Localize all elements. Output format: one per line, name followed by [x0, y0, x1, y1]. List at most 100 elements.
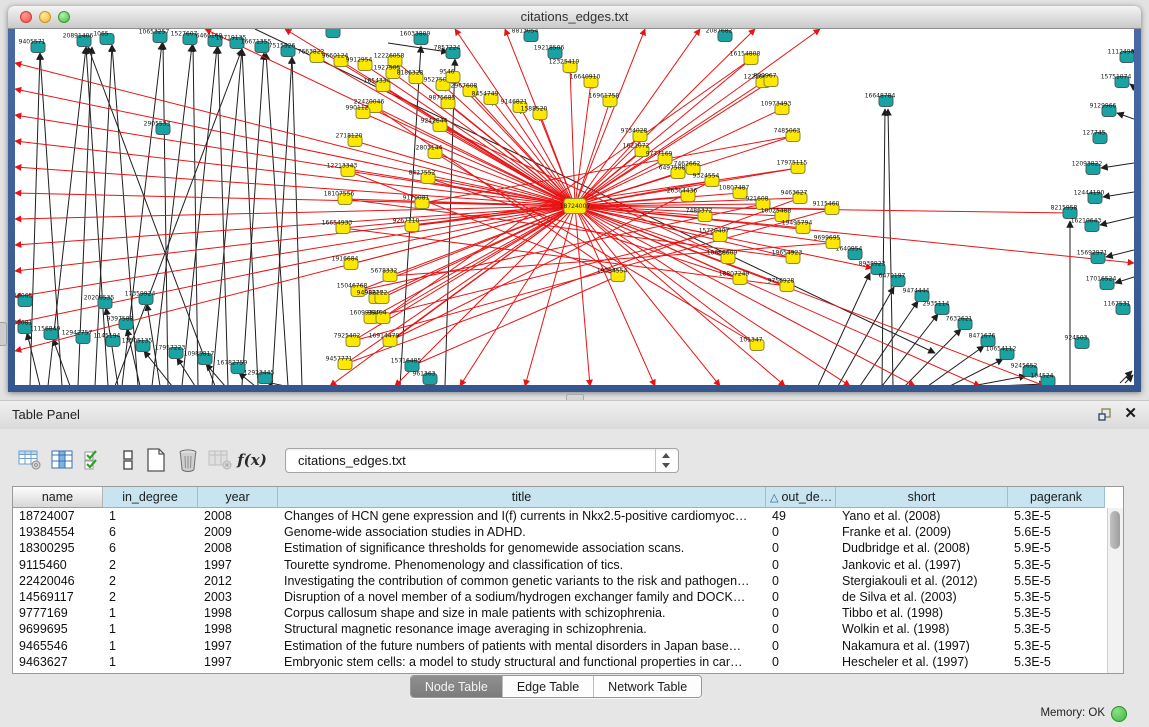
- graph-node-label: 15716485: [391, 358, 422, 365]
- column-header-out_de[interactable]: △out_de…: [766, 487, 836, 508]
- graph-edge: [818, 273, 870, 385]
- delete-column-button[interactable]: [174, 446, 202, 474]
- graph-edge: [1120, 371, 1132, 383]
- tab-node-table[interactable]: Node Table: [411, 676, 503, 697]
- graph-edge: [1100, 217, 1134, 225]
- screen-edge-handle[interactable]: [0, 322, 7, 346]
- table-row[interactable]: 911546021997Tourette syndrome. Phenomeno…: [13, 557, 1123, 573]
- row-height-button[interactable]: [114, 446, 142, 474]
- table-cell: de Silva et al. (2003): [836, 590, 1008, 604]
- sort-ascending-icon: △: [770, 491, 778, 504]
- graph-node-label: 1065: [93, 31, 108, 38]
- table-cell: Yano et al. (2008): [836, 509, 1008, 523]
- graph-node-label: 9777169: [646, 151, 673, 158]
- column-header-label: short: [908, 490, 936, 504]
- graph-node-label: 10688609: [707, 250, 738, 257]
- row-selection-button[interactable]: [80, 446, 108, 474]
- window-title: citations_edges.txt: [8, 9, 1141, 24]
- show-columns-button[interactable]: [48, 446, 76, 474]
- table-cell: Tourette syndrome. Phenomenology and cla…: [278, 558, 766, 572]
- graph-node-label: 961363: [413, 371, 436, 378]
- graph-node-label: 9267110: [393, 218, 420, 225]
- table-row[interactable]: 969969511998Structural magnetic resonanc…: [13, 621, 1123, 637]
- table-row[interactable]: 946554611997Estimation of the future num…: [13, 638, 1123, 654]
- graph-node-label: 12213343: [327, 163, 358, 170]
- memory-status-dot[interactable]: [1111, 706, 1127, 722]
- close-panel-icon[interactable]: ✕: [1124, 405, 1137, 423]
- graph-node-label: 899967: [754, 73, 777, 80]
- graph-node-label: 15046768: [337, 283, 368, 290]
- graph-edge: [242, 49, 258, 385]
- graph-node-label: 9129966: [1090, 103, 1117, 110]
- graph-node-label: 17359924: [125, 291, 156, 298]
- table-row[interactable]: 977716911998Corpus callosum shape and si…: [13, 605, 1123, 621]
- graph-node-label: 9405571: [19, 39, 46, 46]
- graph-node-label: 6479197: [879, 273, 906, 280]
- network-graph[interactable]: 9405571208914061065106532571527607646616…: [15, 29, 1134, 385]
- graph-node-label: 20891406: [63, 33, 94, 40]
- delete-table-button[interactable]: [206, 446, 234, 474]
- graph-edge: [905, 329, 961, 385]
- graph-node-label: 10654112: [986, 346, 1017, 353]
- column-header-short[interactable]: short: [836, 487, 1008, 508]
- column-header-title[interactable]: title: [278, 487, 766, 508]
- table-cell: 2003: [198, 590, 278, 604]
- graph-node-label: 15751074: [1101, 74, 1132, 81]
- create-column-button[interactable]: [142, 446, 170, 474]
- graph-node-label: 2516065: [15, 293, 33, 300]
- float-panel-icon[interactable]: [1097, 407, 1113, 423]
- table-mode-button[interactable]: [16, 446, 44, 474]
- table-cell: 18300295: [13, 541, 103, 555]
- graph-edge: [15, 89, 575, 206]
- table-cell: 1: [103, 639, 198, 653]
- graph-node-label: 12325419: [549, 59, 580, 66]
- graph-node-label: 8454749: [472, 91, 499, 98]
- function-builder-button[interactable]: f(x): [238, 446, 266, 474]
- column-header-name[interactable]: name: [13, 487, 103, 508]
- graph-node[interactable]: [326, 29, 340, 38]
- graph-node-label: 9875685: [429, 95, 456, 102]
- node-table: name in_degree yeartitle△out_de… short pager…: [12, 486, 1124, 674]
- column-header-label: in_degree: [122, 490, 178, 504]
- table-row[interactable]: 2242004622012Investigating the contribut…: [13, 573, 1123, 589]
- table-row[interactable]: 1938455462009Genome-wide association stu…: [13, 524, 1123, 540]
- window-titlebar[interactable]: citations_edges.txt: [8, 6, 1141, 29]
- graph-node-label: 2967608: [451, 83, 478, 90]
- graph-node-label: 2935114: [923, 301, 950, 308]
- graph-node-label: 19495794: [782, 220, 813, 227]
- tab-network-table[interactable]: Network Table: [594, 676, 701, 697]
- graph-node-label: 1527607: [171, 31, 198, 38]
- table-row[interactable]: 946362711997Embryonic stem cells: a mode…: [13, 654, 1123, 670]
- graph-edge: [1117, 113, 1134, 119]
- table-panel-header: Table Panel ✕: [0, 400, 1149, 430]
- column-header-pagerank[interactable]: pagerank: [1008, 487, 1105, 508]
- function-icon: f(x): [237, 451, 267, 469]
- graph-node-label: 1145194: [94, 333, 121, 340]
- graph-node-label: 16961758: [589, 93, 620, 100]
- graph-edge: [575, 206, 655, 385]
- table-row[interactable]: 1872400712008Changes of HCN gene express…: [13, 508, 1123, 524]
- vertical-scrollbar[interactable]: [1107, 508, 1123, 673]
- graph-edge: [15, 206, 575, 219]
- column-header-year[interactable]: year: [198, 487, 278, 508]
- table-select-dropdown[interactable]: citations_edges.txt: [285, 448, 679, 473]
- graph-node-label: 9115460: [813, 201, 840, 208]
- table-cell: 0: [766, 590, 836, 604]
- graph-node-label: 9734028: [621, 128, 648, 135]
- scrollbar-thumb[interactable]: [1110, 511, 1120, 549]
- table-row[interactable]: 1830029562008Estimation of significance …: [13, 540, 1123, 556]
- table-cell: 5.3E-5: [1008, 558, 1105, 572]
- graph-node-label: 2803144: [416, 145, 443, 152]
- graph-node-label: 104524: [1031, 373, 1054, 380]
- graph-edge: [177, 358, 195, 385]
- table-header-row: name in_degree yeartitle△out_de… short pager…: [13, 487, 1123, 508]
- table-cell: Jankovic et al. (1997): [836, 558, 1008, 572]
- table-row[interactable]: 1456911722003Disruption of a novel membe…: [13, 589, 1123, 605]
- graph-node-label: 921608: [746, 196, 769, 203]
- graph-node-label: 7515526: [269, 43, 296, 50]
- graph-node-label: 17957223: [155, 345, 186, 352]
- network-canvas[interactable]: 9405571208914061065106532571527607646616…: [15, 29, 1134, 385]
- tab-edge-table[interactable]: Edge Table: [503, 676, 594, 697]
- column-header-in_degree[interactable]: in_degree: [103, 487, 198, 508]
- stepper-down-icon: [662, 463, 670, 468]
